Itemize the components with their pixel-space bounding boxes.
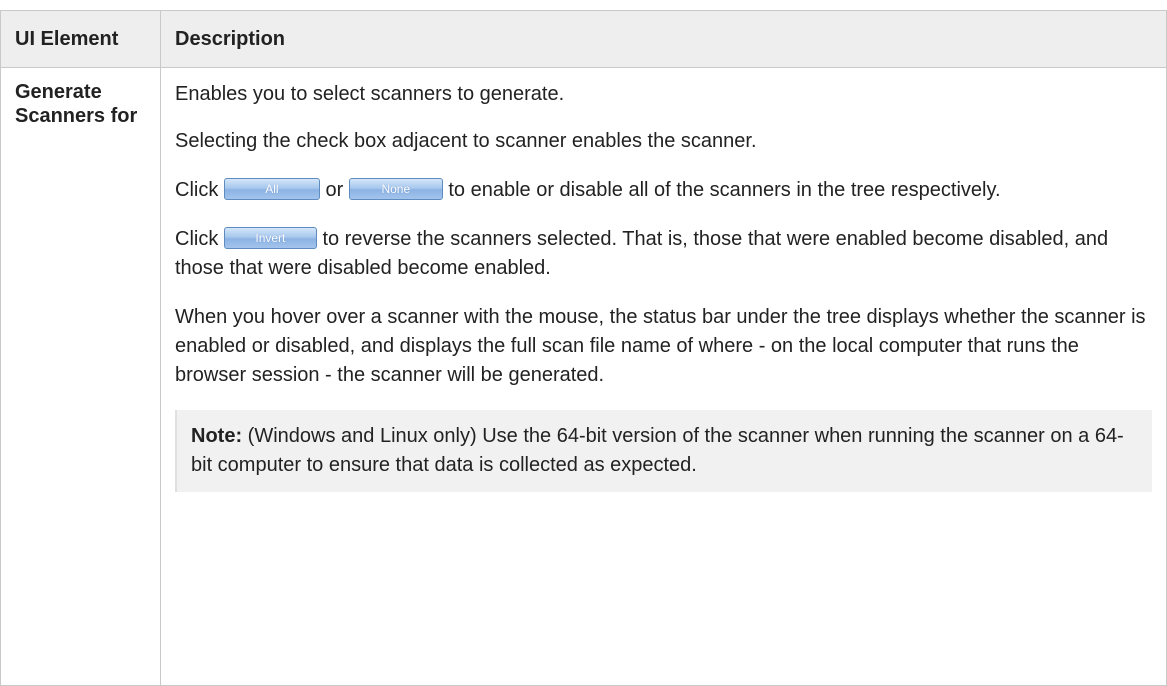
- desc-text: to enable or disable all of the scanners…: [442, 179, 1001, 201]
- desc-text: Click: [175, 179, 224, 201]
- none-button-image: None: [348, 177, 443, 200]
- header-description: Description: [160, 10, 1167, 68]
- element-name: Generate Scanners for: [15, 81, 138, 127]
- all-button-image: All: [223, 177, 320, 200]
- ui-element-table: UI Element Description Generate Scanners…: [0, 10, 1167, 686]
- table-header-row: UI Element Description: [0, 10, 1167, 68]
- invert-button-image: Invert: [223, 226, 317, 249]
- desc-paragraph-invert: Click Invert to reverse the scanners sel…: [175, 225, 1152, 283]
- desc-paragraph-buttons: Click All or None to enable or disable a…: [175, 176, 1152, 205]
- desc-text: Click: [175, 228, 224, 250]
- note-label: Note:: [191, 425, 243, 447]
- desc-paragraph: Selecting the check box adjacent to scan…: [175, 130, 757, 152]
- desc-text: or: [319, 179, 349, 201]
- header-ui-element: UI Element: [0, 10, 161, 68]
- description-cell: Enables you to select scanners to genera…: [160, 67, 1167, 686]
- note-box: Note: (Windows and Linux only) Use the 6…: [175, 410, 1152, 492]
- element-name-cell: Generate Scanners for: [0, 67, 161, 686]
- table-row: Generate Scanners for Enables you to sel…: [0, 67, 1167, 686]
- desc-paragraph: When you hover over a scanner with the m…: [175, 306, 1146, 386]
- note-text: (Windows and Linux only) Use the 64-bit …: [191, 425, 1124, 476]
- desc-paragraph: Enables you to select scanners to genera…: [175, 83, 565, 105]
